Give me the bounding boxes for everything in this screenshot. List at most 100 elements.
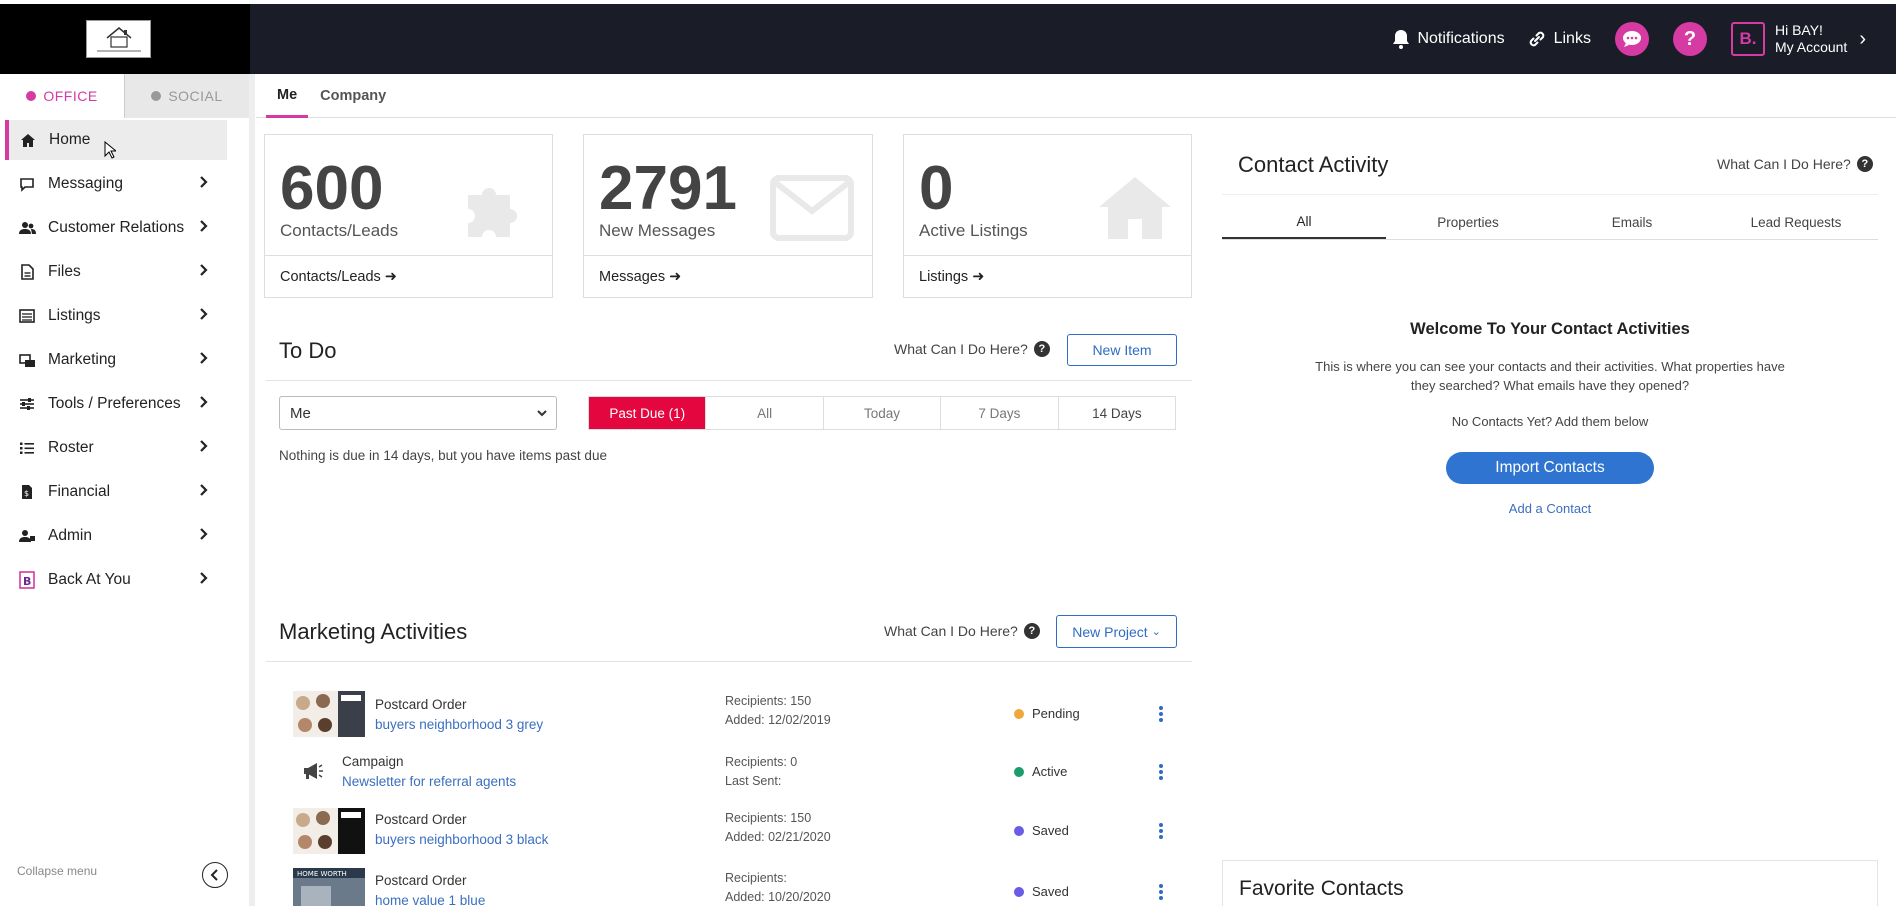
sidebar-item-financial[interactable]: $ Financial — [5, 472, 227, 512]
marketing-help-link[interactable]: What Can I Do Here?? — [884, 623, 1040, 639]
postcard-thumbnail — [293, 808, 365, 854]
filter-today[interactable]: Today — [824, 397, 942, 429]
chevron-right-icon — [199, 219, 209, 238]
todo-assignee-select[interactable]: Me — [279, 396, 557, 430]
stat-label: New Messages — [599, 221, 716, 240]
megaphone-icon — [302, 762, 324, 785]
kebab-icon — [1159, 764, 1163, 780]
sidebar-mode-tabs: OFFICE SOCIAL — [0, 74, 249, 118]
sidebar-item-label: Customer Relations — [48, 219, 185, 236]
tab-lead-requests[interactable]: Lead Requests — [1714, 206, 1878, 239]
chevron-down-icon — [536, 406, 548, 424]
row-menu-button[interactable] — [1158, 763, 1164, 786]
sidebar-item-customer-relations[interactable]: Customer Relations — [5, 208, 227, 248]
company-logo[interactable] — [86, 20, 151, 58]
import-contacts-button[interactable]: Import Contacts — [1446, 452, 1654, 484]
notifications-link[interactable]: Notifications — [1392, 29, 1505, 49]
chevron-right-icon — [199, 439, 209, 458]
chat-button[interactable] — [1614, 22, 1649, 56]
activity-name-link[interactable]: home value 1 blue — [375, 893, 485, 906]
back-at-you-icon: B — [18, 571, 36, 589]
kebab-icon — [1159, 706, 1163, 722]
chevron-right-icon — [199, 351, 209, 370]
links-link[interactable]: Links — [1527, 29, 1591, 49]
add-contact-link[interactable]: Add a Contact — [1222, 501, 1878, 516]
select-value: Me — [290, 404, 311, 422]
stat-card-contacts: 600 Contacts/Leads Contacts/Leads ➜ — [264, 134, 553, 298]
stat-value: 600 — [280, 154, 384, 223]
contact-activity-help-link[interactable]: What Can I Do Here?? — [1717, 156, 1873, 172]
notifications-label: Notifications — [1417, 30, 1505, 47]
collapse-menu-button[interactable] — [202, 862, 228, 888]
marketing-row[interactable]: Postcard Order buyers neighborhood 3 bla… — [292, 808, 1192, 862]
sidebar-item-label: Back At You — [48, 571, 131, 588]
file-icon — [18, 263, 36, 281]
activity-date: Added: 10/20/2020 — [725, 890, 831, 904]
collapse-menu-label[interactable]: Collapse menu — [17, 864, 97, 878]
contacts-leads-link[interactable]: Contacts/Leads ➜ — [265, 255, 552, 297]
tab-emails[interactable]: Emails — [1550, 206, 1714, 239]
list-icon — [18, 307, 36, 325]
arrow-circle-right-icon: ➜ — [384, 268, 397, 285]
tab-properties[interactable]: Properties — [1386, 206, 1550, 239]
tab-office[interactable]: OFFICE — [0, 74, 124, 118]
stat-label: Contacts/Leads — [280, 221, 399, 240]
sidebar-item-home[interactable]: Home — [5, 120, 227, 160]
listings-link[interactable]: Listings ➜ — [904, 255, 1191, 297]
filter-all[interactable]: All — [706, 397, 824, 429]
account-label: My Account — [1774, 39, 1848, 55]
tab-company[interactable]: Company — [308, 74, 398, 118]
tab-social[interactable]: SOCIAL — [124, 74, 249, 118]
sidebar-item-back-at-you[interactable]: B Back At You — [5, 560, 227, 600]
filter-14-days[interactable]: 14 Days — [1059, 397, 1175, 429]
tab-all[interactable]: All — [1222, 206, 1386, 239]
link-icon — [1529, 31, 1544, 47]
stat-value: 0 — [919, 154, 954, 223]
messages-link[interactable]: Messages ➜ — [584, 255, 872, 297]
sidebar-item-admin[interactable]: Admin — [5, 516, 227, 556]
invoice-icon: $ — [18, 483, 36, 501]
scope-tabs: Me Company — [256, 74, 1896, 118]
sidebar-item-roster[interactable]: Roster — [5, 428, 227, 468]
activity-name-link[interactable]: Newsletter for referral agents — [342, 774, 516, 789]
tab-me[interactable]: Me — [266, 74, 309, 118]
activity-name-link[interactable]: buyers neighborhood 3 grey — [375, 717, 543, 732]
question-circle-icon: ? — [1033, 341, 1050, 357]
office-dot-icon — [26, 91, 37, 101]
no-contacts-text: No Contacts Yet? Add them below — [1451, 414, 1649, 429]
sidebar-item-label: Messaging — [48, 175, 123, 192]
activity-type: Postcard Order — [375, 873, 467, 888]
sliders-icon — [18, 395, 36, 413]
sidebar-item-files[interactable]: Files — [5, 252, 227, 292]
my-account-menu[interactable]: B. Hi BAY! My Account › — [1730, 22, 1866, 56]
status-badge: Active — [1014, 764, 1067, 779]
activity-name-link[interactable]: buyers neighborhood 3 black — [375, 832, 548, 847]
marketing-row[interactable]: HOME WORTH Postcard Order home value 1 b… — [292, 868, 1192, 906]
filter-7-days[interactable]: 7 Days — [941, 397, 1059, 429]
puzzle-icon — [460, 175, 534, 254]
new-project-button[interactable]: New Project ⌄ — [1056, 615, 1177, 648]
row-menu-button[interactable] — [1158, 705, 1164, 728]
marketing-row[interactable]: Campaign Newsletter for referral agents … — [292, 752, 1192, 806]
sidebar-item-marketing[interactable]: Marketing — [5, 340, 227, 380]
row-menu-button[interactable] — [1158, 883, 1164, 906]
sidebar-item-tools-preferences[interactable]: Tools / Preferences — [5, 384, 227, 424]
social-dot-icon — [151, 91, 162, 101]
marketing-row[interactable]: Postcard Order buyers neighborhood 3 gre… — [292, 691, 1192, 745]
arrow-circle-right-icon: ➜ — [669, 268, 682, 285]
sidebar-item-listings[interactable]: Listings — [5, 296, 227, 336]
new-item-button[interactable]: New Item — [1067, 334, 1177, 366]
postcard-thumbnail — [293, 691, 365, 737]
activity-recipients: Recipients: 150 — [725, 694, 812, 708]
sidebar-item-messaging[interactable]: Messaging — [5, 164, 227, 204]
favorite-contacts-panel: Favorite Contacts — [1222, 860, 1878, 906]
welcome-title: Welcome To Your Contact Activities — [1410, 320, 1690, 338]
admin-icon — [18, 527, 36, 545]
chevron-right-icon — [199, 483, 209, 502]
todo-help-link[interactable]: What Can I Do Here?? — [894, 341, 1050, 357]
help-button[interactable]: ? — [1672, 22, 1707, 56]
todo-title: To Do — [279, 338, 337, 363]
question-circle-icon: ? — [1023, 623, 1040, 639]
row-menu-button[interactable] — [1158, 822, 1164, 845]
filter-past-due[interactable]: Past Due (1) — [589, 397, 707, 429]
